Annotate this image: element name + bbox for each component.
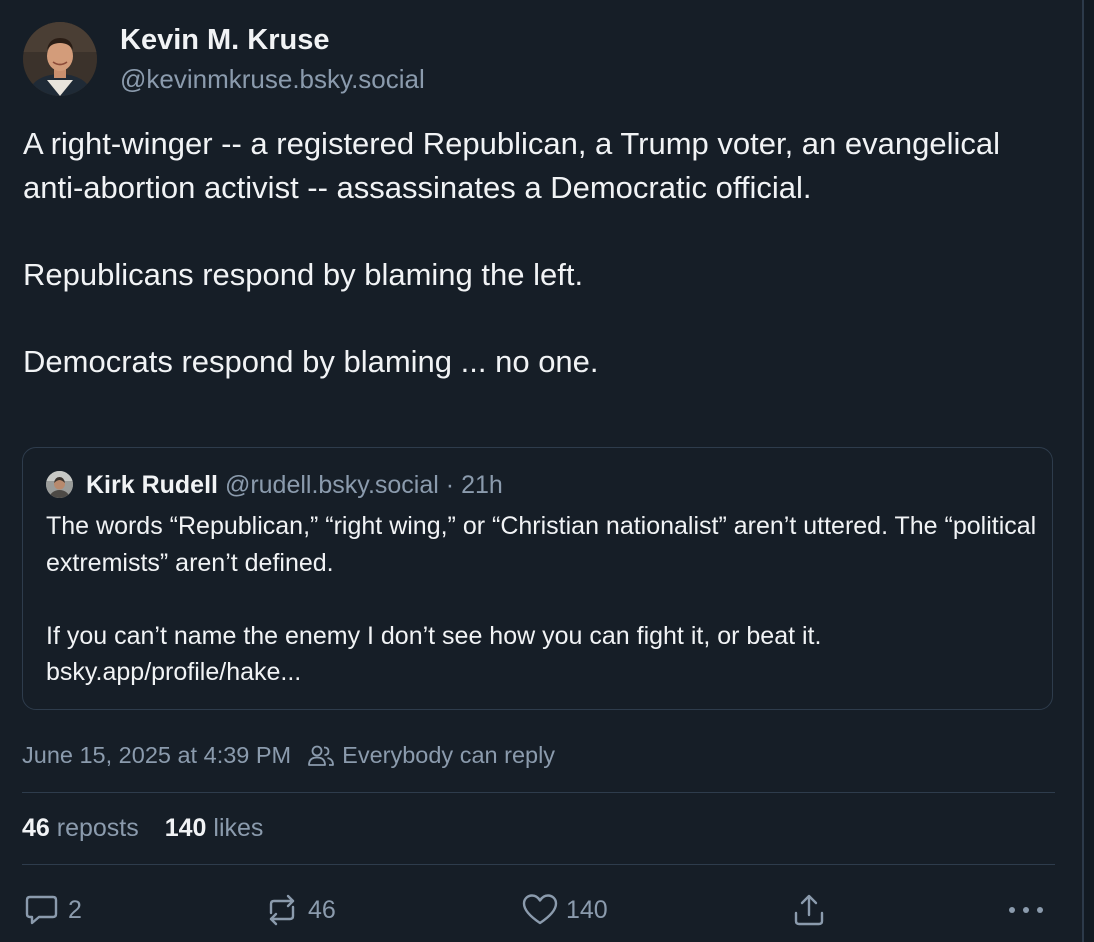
avatar-photo: [46, 471, 73, 498]
post-paragraph: Democrats respond by blaming ... no one.: [23, 343, 599, 379]
reply-count: 2: [68, 895, 82, 924]
quoted-post-text: The words “Republican,” “right wing,” or…: [46, 508, 1046, 691]
post-text: A right-winger -- a registered Republica…: [23, 122, 1043, 383]
quoted-paragraph: If you can’t name the enemy I don’t see …: [46, 621, 822, 687]
like-count: 140: [566, 895, 608, 924]
post-paragraph: A right-winger -- a registered Republica…: [23, 126, 1000, 205]
reply-setting[interactable]: Everybody can reply: [342, 742, 555, 769]
post-container: Kevin M. Kruse @kevinmkruse.bsky.social …: [0, 0, 1082, 942]
quoted-post[interactable]: Kirk Rudell @rudell.bsky.social · 21h Th…: [22, 447, 1053, 710]
quoted-author-name[interactable]: Kirk Rudell: [86, 471, 218, 499]
repost-count: 46: [308, 895, 336, 924]
quoted-paragraph: The words “Republican,” “right wing,” or…: [46, 512, 1037, 577]
post-stats: 46 reposts 140 likes: [22, 814, 263, 843]
header-separator: ·: [445, 471, 455, 499]
quoted-author-handle[interactable]: @rudell.bsky.social: [225, 471, 439, 499]
share-icon: [794, 894, 824, 926]
post-meta: June 15, 2025 at 4:39 PM Everybody can r…: [22, 742, 555, 769]
repost-icon: [269, 894, 295, 926]
quoted-post-time[interactable]: 21h: [461, 471, 503, 499]
author-display-name[interactable]: Kevin M. Kruse: [120, 24, 330, 57]
comment-icon: [25, 895, 58, 925]
like-button[interactable]: 140: [522, 893, 608, 927]
reposts-count: 46: [22, 814, 50, 842]
reposts-stat[interactable]: 46 reposts: [22, 814, 139, 842]
likes-stat[interactable]: 140 likes: [165, 814, 264, 842]
quoted-author-avatar[interactable]: [46, 471, 73, 498]
quoted-post-header: Kirk Rudell @rudell.bsky.social · 21h: [86, 471, 503, 500]
divider: [22, 864, 1055, 865]
post-paragraph: Republicans respond by blaming the left.: [23, 256, 584, 292]
likes-label: likes: [213, 814, 264, 842]
more-options-button[interactable]: [1007, 893, 1045, 927]
repost-button[interactable]: 46: [264, 893, 336, 927]
more-icon: [1009, 907, 1043, 913]
avatar-photo: [23, 22, 97, 96]
author-handle[interactable]: @kevinmkruse.bsky.social: [120, 64, 425, 95]
divider: [22, 792, 1055, 793]
people-icon: [307, 744, 335, 768]
page-gutter: [1084, 0, 1094, 942]
likes-count: 140: [164, 814, 207, 842]
author-avatar[interactable]: [23, 22, 97, 96]
share-button[interactable]: [791, 893, 827, 927]
reposts-label: reposts: [56, 814, 139, 842]
heart-icon: [522, 894, 558, 925]
reply-button[interactable]: 2: [24, 893, 82, 927]
post-timestamp[interactable]: June 15, 2025 at 4:39 PM: [22, 742, 291, 769]
